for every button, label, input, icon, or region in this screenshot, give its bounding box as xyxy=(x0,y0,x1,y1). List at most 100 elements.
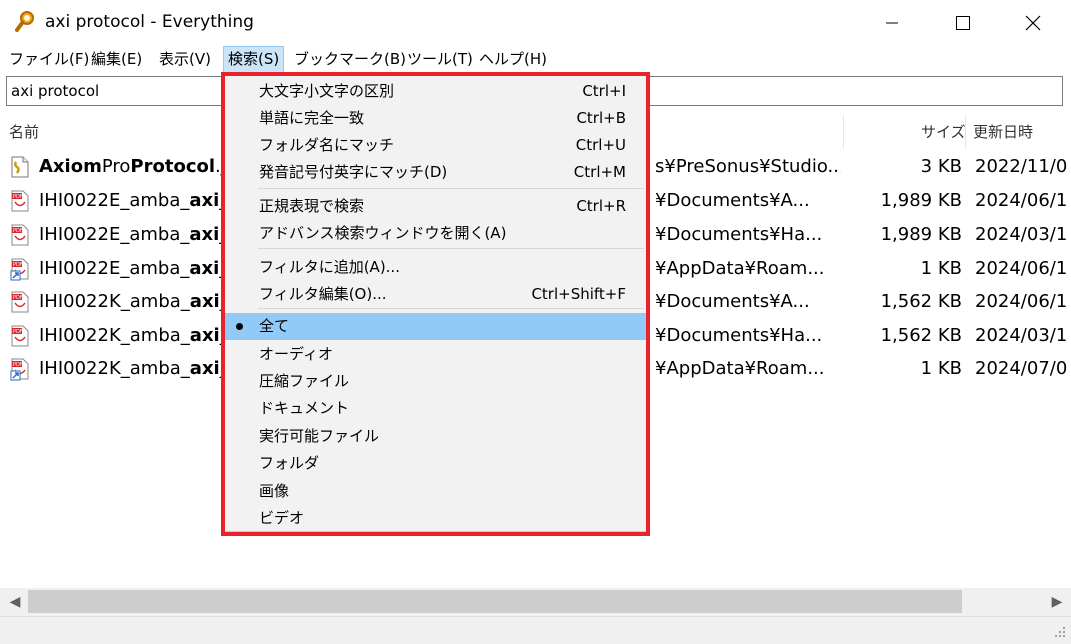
file-name-segment: Axiom xyxy=(39,156,102,177)
file-size: 1,562 KB xyxy=(880,325,962,346)
file-name-segment: IHI0022K_amba_ xyxy=(39,325,190,346)
menu-item-shortcut: Ctrl+B xyxy=(576,109,626,127)
scroll-right-icon[interactable]: ▶ xyxy=(1046,588,1068,616)
file-name: IHI0022E_amba_axi_ xyxy=(39,184,239,217)
file-size: 1,989 KB xyxy=(880,190,962,211)
svg-text:PDF: PDF xyxy=(13,262,23,268)
column-header-size[interactable]: サイズ xyxy=(921,115,966,149)
menu-separator xyxy=(258,308,644,309)
file-date: 2024/06/1 xyxy=(975,190,1068,211)
menu-item-label: 圧縮ファイル xyxy=(259,372,350,390)
menu-item[interactable]: 圧縮ファイル xyxy=(225,368,646,395)
menu-item-label: アドバンス検索ウィンドウを開く(A) xyxy=(259,224,507,242)
svg-text:PDF: PDF xyxy=(13,329,23,335)
file-name-segment: axi xyxy=(189,190,220,211)
menu-search[interactable]: 検索(S) xyxy=(223,46,285,73)
menu-item-label: 正規表現で検索 xyxy=(259,197,365,215)
menu-edit[interactable]: 編集(E) xyxy=(87,46,146,73)
column-divider[interactable] xyxy=(965,115,966,149)
file-name: IHI0022K_amba_axi_ xyxy=(39,319,239,352)
file-name-segment: axi xyxy=(189,358,220,379)
file-name: IHI0022E_amba_axi_ xyxy=(39,252,239,285)
menu-item[interactable]: フォルダ xyxy=(225,450,646,477)
pdf-file-icon: PDF xyxy=(11,325,29,347)
menu-item[interactable]: フィルタに追加(A)... xyxy=(225,254,646,281)
scroll-left-icon[interactable]: ◀ xyxy=(4,588,26,616)
menu-item-label: フィルタ編集(O)... xyxy=(259,285,387,303)
menu-separator xyxy=(258,248,644,249)
menu-tools[interactable]: ツール(T) xyxy=(403,46,477,73)
menu-bookmarks[interactable]: ブックマーク(B) xyxy=(290,46,410,73)
menu-item[interactable]: 大文字小文字の区別 Ctrl+I xyxy=(225,78,646,105)
pdf-file-icon: PDF xyxy=(11,190,29,212)
menu-item[interactable]: 正規表現で検索 Ctrl+R xyxy=(225,193,646,220)
pdf-file-icon: PDF xyxy=(11,291,29,313)
menu-item-shortcut: Ctrl+R xyxy=(576,197,626,215)
file-name-segment: IHI0022E_amba_ xyxy=(39,258,190,279)
file-name-segment: axi xyxy=(189,258,220,279)
file-name-segment: IHI0022E_amba_ xyxy=(39,190,190,211)
file-date: 2024/03/1 xyxy=(975,325,1068,346)
menu-item[interactable]: フォルダ名にマッチ Ctrl+U xyxy=(225,132,646,159)
menu-item-label: フィルタに追加(A)... xyxy=(259,258,400,276)
file-path: ¥AppData¥Roam... xyxy=(655,258,825,279)
file-date: 2024/07/0 xyxy=(975,358,1068,379)
file-name: IHI0022E_amba_axi_ xyxy=(39,218,239,251)
menu-item[interactable]: アドバンス検索ウィンドウを開く(A) xyxy=(225,220,646,247)
menu-item-label: 発音記号付英字にマッチ(D) xyxy=(259,163,448,181)
menu-item-label: オーディオ xyxy=(259,345,333,363)
menu-item-shortcut: Ctrl+U xyxy=(575,136,626,154)
menu-view[interactable]: 表示(V) xyxy=(155,46,215,73)
close-button[interactable] xyxy=(1010,0,1056,46)
radio-bullet-icon xyxy=(236,323,243,330)
file-size: 3 KB xyxy=(920,156,962,177)
menu-item-label: 実行可能ファイル xyxy=(259,427,380,445)
menu-item-label: 大文字小文字の区別 xyxy=(259,82,395,100)
minimize-icon xyxy=(886,22,898,24)
menu-item[interactable]: 画像 xyxy=(225,478,646,505)
column-divider[interactable] xyxy=(843,115,844,149)
pdf-shortcut-icon: PDF xyxy=(10,258,29,281)
resize-grip-icon[interactable] xyxy=(1050,620,1068,640)
svg-text:PDF: PDF xyxy=(13,295,23,301)
menu-item[interactable]: 実行可能ファイル xyxy=(225,423,646,450)
file-name-segment: IHI0022K_amba_ xyxy=(39,291,190,312)
menu-item-shortcut: Ctrl+Shift+F xyxy=(531,285,626,303)
scrollbar-thumb[interactable] xyxy=(28,590,962,613)
file-name-segment: axi xyxy=(189,325,220,346)
menu-item-shortcut: Ctrl+I xyxy=(582,82,626,100)
menu-file[interactable]: ファイル(F) xyxy=(5,46,93,73)
menu-item[interactable]: ビデオ xyxy=(225,505,646,532)
menu-item[interactable]: オーディオ xyxy=(225,341,646,368)
file-path: ¥AppData¥Roam... xyxy=(655,358,825,379)
file-date: 2024/06/1 xyxy=(975,291,1068,312)
svg-text:PDF: PDF xyxy=(13,228,23,234)
file-date: 2022/11/0 xyxy=(975,156,1068,177)
svg-text:PDF: PDF xyxy=(13,194,23,200)
file-path: ¥Documents¥A... xyxy=(655,190,810,211)
menu-item[interactable]: 発音記号付英字にマッチ(D) Ctrl+M xyxy=(225,159,646,186)
svg-text:PDF: PDF xyxy=(13,362,23,368)
file-date: 2024/03/1 xyxy=(975,224,1068,245)
magnifier-icon xyxy=(15,11,34,32)
column-header-date[interactable]: 更新日時 xyxy=(973,115,1033,149)
file-name-segment: axi xyxy=(189,291,220,312)
file-name: IHI0022K_amba_axi_ xyxy=(39,285,239,318)
file-size: 1,562 KB xyxy=(880,291,962,312)
minimize-button[interactable] xyxy=(869,0,915,46)
column-header-name[interactable]: 名前 xyxy=(9,115,39,149)
pdf-file-icon: PDF xyxy=(11,224,29,246)
menu-item[interactable]: 全て xyxy=(225,313,646,340)
file-path: s¥PreSonus¥Studio... xyxy=(655,156,841,177)
file-name-segment: IHI0022K_amba_ xyxy=(39,358,190,379)
menu-help[interactable]: ヘルプ(H) xyxy=(475,46,551,73)
menu-item[interactable]: ドキュメント xyxy=(225,395,646,422)
window-title: axi protocol - Everything xyxy=(45,12,254,32)
script-file-icon xyxy=(11,156,29,178)
menu-item[interactable]: フィルタ編集(O)... Ctrl+Shift+F xyxy=(225,281,646,308)
file-name-segment: IHI0022E_amba_ xyxy=(39,224,190,245)
menu-item[interactable]: 単語に完全一致 Ctrl+B xyxy=(225,105,646,132)
status-bar xyxy=(0,616,1071,644)
file-path: ¥Documents¥Ha... xyxy=(655,325,823,346)
maximize-button[interactable] xyxy=(940,0,986,46)
